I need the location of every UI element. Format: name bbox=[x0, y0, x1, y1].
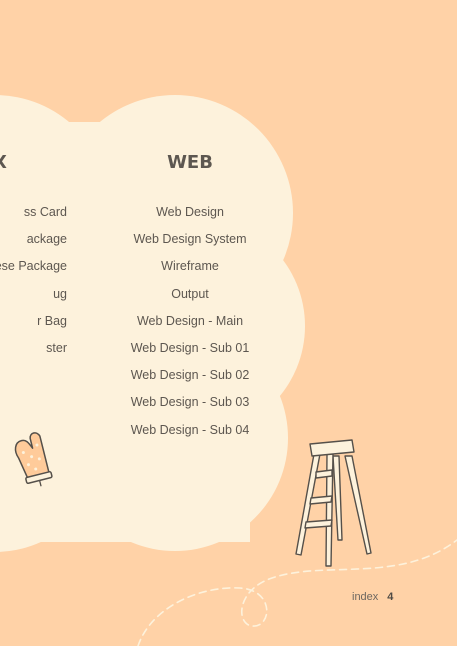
list-item: Web Design - Main bbox=[136, 313, 244, 328]
list-item: Output bbox=[171, 286, 209, 301]
list-item: r Bag bbox=[37, 313, 67, 328]
list-item: Web Design bbox=[156, 205, 224, 219]
column-list-web: Web Design Web Design System Wireframe O… bbox=[90, 204, 290, 449]
list-item: ackage bbox=[26, 232, 67, 247]
list-item: Wireframe bbox=[161, 259, 219, 274]
list-item: Web Design - Sub 02 bbox=[130, 368, 250, 383]
page-footer: index 4 bbox=[352, 591, 393, 603]
list-item: ster bbox=[46, 340, 67, 355]
list-item: Web Design - Sub 03 bbox=[130, 395, 250, 410]
column-list-left: ss Card ackage ese Package ug r Bag ster bbox=[0, 204, 67, 367]
list-item: ss Card bbox=[23, 205, 67, 219]
list-item: Web Design - Sub 04 bbox=[130, 422, 250, 437]
footer-label: index bbox=[352, 591, 379, 603]
list-item: Web Design System bbox=[133, 232, 247, 247]
column-heading-web: WEB bbox=[167, 152, 213, 173]
list-item: ese Package bbox=[0, 259, 67, 274]
list-item: Web Design - Sub 01 bbox=[130, 340, 250, 355]
column-heading-left: X bbox=[0, 152, 12, 173]
page-number: 4 bbox=[387, 591, 394, 603]
list-item: ug bbox=[53, 286, 67, 301]
